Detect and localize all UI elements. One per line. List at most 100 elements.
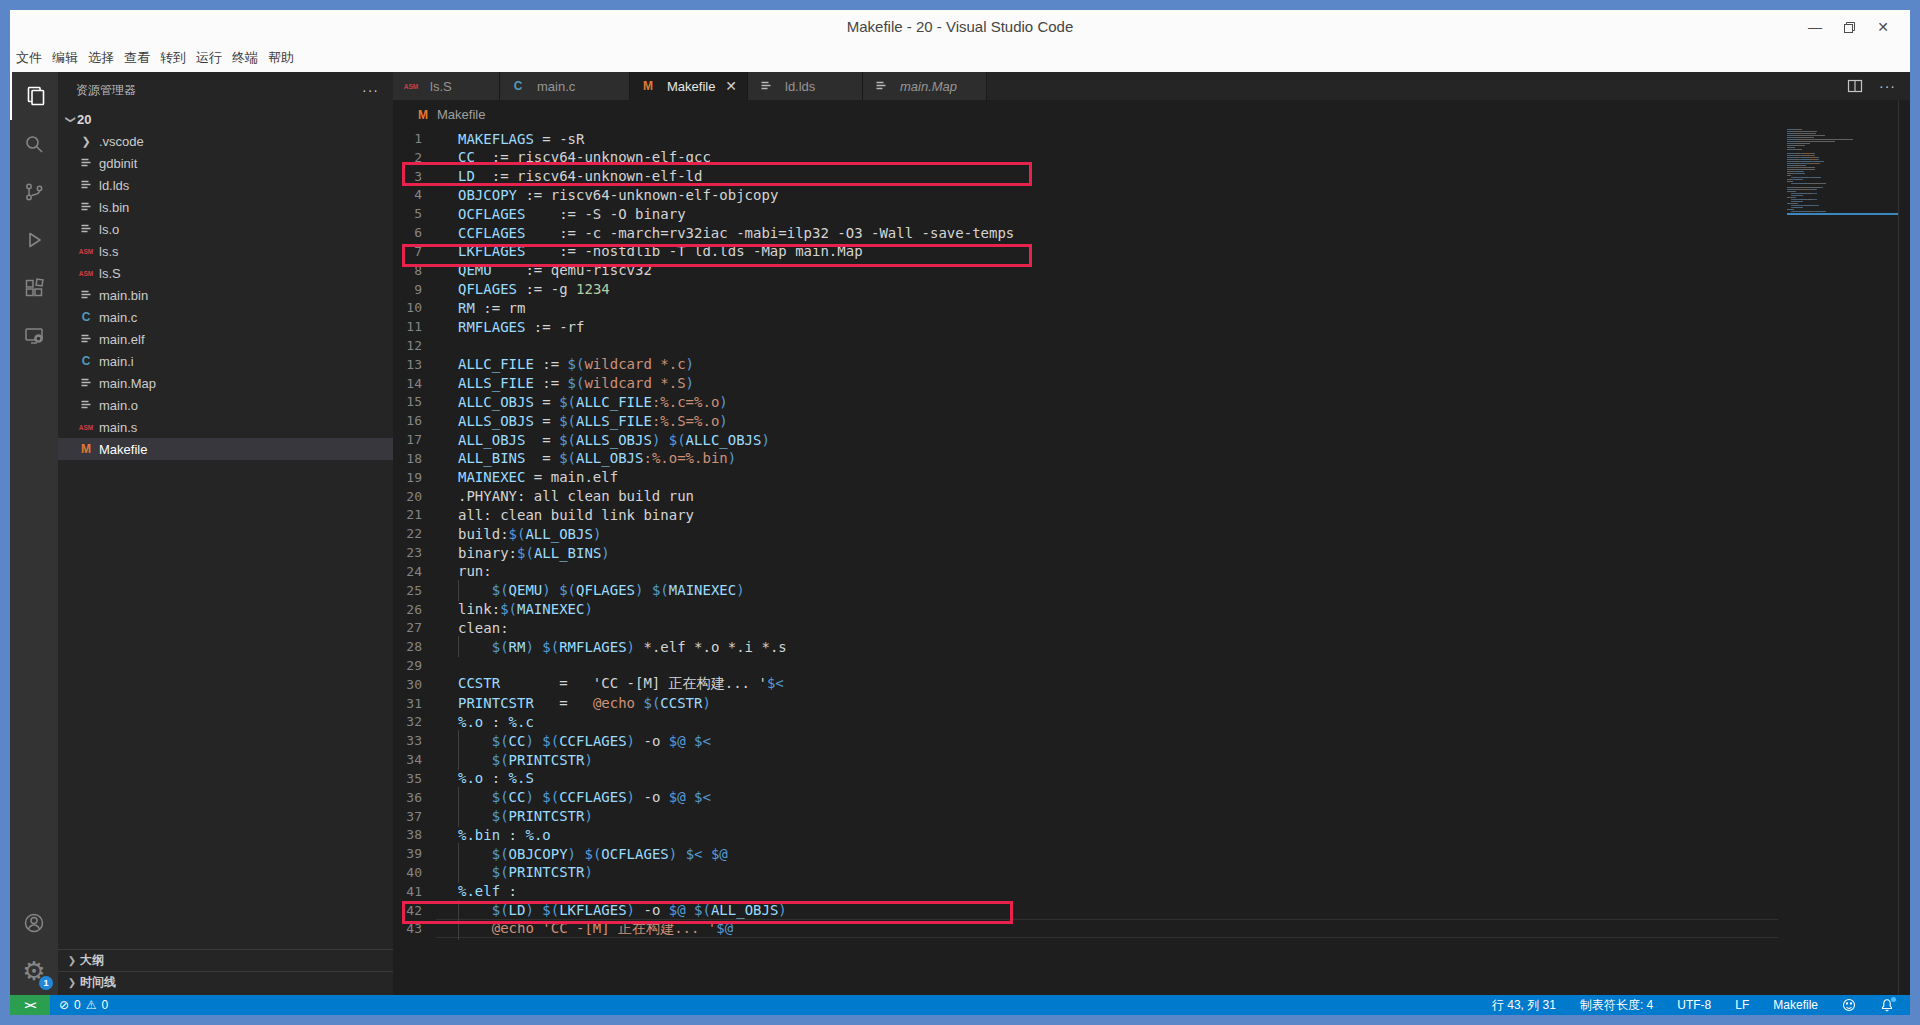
status-bar: >< ⊘ 0 ⚠ 0 行 43, 列 31 制表符长度: 4 UTF-8 LF Make… <box>10 995 1910 1015</box>
line-number: 5 <box>393 206 422 221</box>
tab-label: main.Map <box>900 79 957 94</box>
tree-item-label: ls.bin <box>99 200 129 215</box>
tree-item-gdbinit[interactable]: gdbinit <box>58 152 393 174</box>
code-line-39: 39 $(OBJCOPY) $(OCFLAGES) $< $@ <box>393 844 1790 863</box>
tree-item-label: gdbinit <box>99 156 137 171</box>
menu-item[interactable]: 选择 <box>83 49 119 67</box>
line-number: 38 <box>393 827 422 842</box>
c-file-icon: C <box>510 78 526 94</box>
tree-item-ls.s[interactable]: ASMls.s <box>58 240 393 262</box>
code-line-37: 37 $(PRINTCSTR) <box>393 807 1790 826</box>
menu-item[interactable]: 查看 <box>119 49 155 67</box>
problems-status[interactable]: ⊘ 0 ⚠ 0 <box>59 998 108 1012</box>
language-mode[interactable]: Makefile <box>1773 998 1818 1012</box>
tree-item-main.s[interactable]: ASMmain.s <box>58 416 393 438</box>
tree-item-label: ls.S <box>99 266 121 281</box>
line-number: 40 <box>393 865 422 880</box>
code-line-38: 38%.bin : %.o <box>393 825 1790 844</box>
file-icon <box>78 397 94 413</box>
more-actions-icon[interactable]: ··· <box>1879 78 1896 94</box>
remote-explorer-icon[interactable] <box>10 312 58 360</box>
tab-size[interactable]: 制表符长度: 4 <box>1580 997 1653 1014</box>
makefile-icon: M <box>415 107 431 123</box>
notifications-bell-icon[interactable] <box>1880 998 1894 1012</box>
tree-root-folder[interactable]: ❮20 <box>58 108 393 130</box>
sidebar-section-时间线[interactable]: ❯时间线 <box>58 971 393 993</box>
close-button[interactable]: ✕ <box>1866 10 1900 44</box>
code-line-18: 18ALL_BINS = $(ALL_OBJS:%.o=%.bin) <box>393 449 1790 468</box>
file-icon <box>78 287 94 303</box>
line-number: 16 <box>393 413 422 428</box>
eol[interactable]: LF <box>1735 998 1749 1012</box>
code-line-40: 40 $(PRINTCSTR) <box>393 863 1790 882</box>
tab-ls.S[interactable]: ASMls.S <box>393 72 500 100</box>
code-line-13: 13ALLC_FILE := $(wildcard *.c) <box>393 355 1790 374</box>
menu-item[interactable]: 编辑 <box>47 49 83 67</box>
code-line-16: 16ALLS_OBJS = $(ALLS_FILE:%.S=%.o) <box>393 411 1790 430</box>
tree-item-label: main.bin <box>99 288 148 303</box>
search-icon[interactable] <box>10 120 58 168</box>
tab-main.Map[interactable]: main.Map <box>863 72 987 100</box>
line-number: 6 <box>393 225 422 240</box>
tree-item-ls.bin[interactable]: ls.bin <box>58 196 393 218</box>
tab-main.c[interactable]: Cmain.c <box>500 72 630 100</box>
section-label: 时间线 <box>80 974 116 991</box>
encoding[interactable]: UTF-8 <box>1677 998 1711 1012</box>
tree-item-main.elf[interactable]: main.elf <box>58 328 393 350</box>
cursor-position[interactable]: 行 43, 列 31 <box>1492 997 1556 1014</box>
source-control-icon[interactable] <box>10 168 58 216</box>
minimap[interactable] <box>1787 129 1902 215</box>
editor-area: ASMls.SCmain.cMMakefile✕ld.lds main.Map ··… <box>393 72 1910 995</box>
explorer-icon[interactable] <box>10 72 58 120</box>
tree-item-ls.S[interactable]: ASMls.S <box>58 262 393 284</box>
error-count: 0 <box>74 998 81 1012</box>
code-line-36: 36 $(CC) $(CCFLAGES) -o $@ $< <box>393 788 1790 807</box>
code-line-5: 5OCFLAGES := -S -O binary <box>393 204 1790 223</box>
annotation-box-1 <box>402 162 1032 186</box>
tree-item-.vscode[interactable]: ❯.vscode <box>58 130 393 152</box>
warning-icon: ⚠ <box>86 998 97 1012</box>
menu-item[interactable]: 转到 <box>155 49 191 67</box>
settings-icon[interactable]: ⚙1 <box>10 947 58 995</box>
split-editor-icon[interactable] <box>1847 78 1863 94</box>
explorer-more-actions-icon[interactable]: ··· <box>362 82 379 98</box>
line-number: 23 <box>393 545 422 560</box>
tab-Makefile[interactable]: MMakefile✕ <box>630 72 748 100</box>
menu-item[interactable]: 终端 <box>227 49 263 67</box>
window-title: Makefile - 20 - Visual Studio Code <box>10 10 1910 44</box>
account-icon[interactable] <box>10 899 58 947</box>
overview-ruler-cursor <box>1787 213 1898 215</box>
maximize-button[interactable] <box>1832 10 1866 44</box>
tree-item-ls.o[interactable]: ls.o <box>58 218 393 240</box>
minimize-button[interactable]: — <box>1798 10 1832 44</box>
sidebar-explorer: 资源管理器 ··· ❮20❯.vscodegdbinitld.ldsls.bin… <box>58 72 393 995</box>
run-debug-icon[interactable] <box>10 216 58 264</box>
code-line-32: 32%.o : %.c <box>393 712 1790 731</box>
tree-item-main.c[interactable]: Cmain.c <box>58 306 393 328</box>
menu-item[interactable]: 帮助 <box>263 49 299 67</box>
asm-file-icon: ASM <box>78 243 94 259</box>
tree-item-main.o[interactable]: main.o <box>58 394 393 416</box>
feedback-icon[interactable] <box>1842 998 1856 1012</box>
tab-ld.lds[interactable]: ld.lds <box>748 72 863 100</box>
tree-item-main.Map[interactable]: main.Map <box>58 372 393 394</box>
line-number: 25 <box>393 583 422 598</box>
tab-close-icon[interactable]: ✕ <box>725 78 737 94</box>
breadcrumb[interactable]: M Makefile <box>393 100 1910 129</box>
code-line-22: 22build:$(ALL_OBJS) <box>393 524 1790 543</box>
remote-indicator[interactable]: >< <box>10 995 50 1015</box>
line-number: 27 <box>393 620 422 635</box>
line-number: 14 <box>393 376 422 391</box>
menu-item[interactable]: 文件 <box>11 49 47 67</box>
tree-item-Makefile[interactable]: MMakefile <box>58 438 393 460</box>
extensions-icon[interactable] <box>10 264 58 312</box>
menu-item[interactable]: 运行 <box>191 49 227 67</box>
sidebar-section-大纲[interactable]: ❯大纲 <box>58 949 393 971</box>
tree-item-ld.lds[interactable]: ld.lds <box>58 174 393 196</box>
annotation-box-2 <box>402 244 1032 267</box>
tree-item-main.i[interactable]: Cmain.i <box>58 350 393 372</box>
section-label: 大纲 <box>80 952 104 969</box>
tree-item-main.bin[interactable]: main.bin <box>58 284 393 306</box>
chevron-down-icon: ❮ <box>64 111 75 127</box>
code-line-11: 11RMFLAGES := -rf <box>393 317 1790 336</box>
